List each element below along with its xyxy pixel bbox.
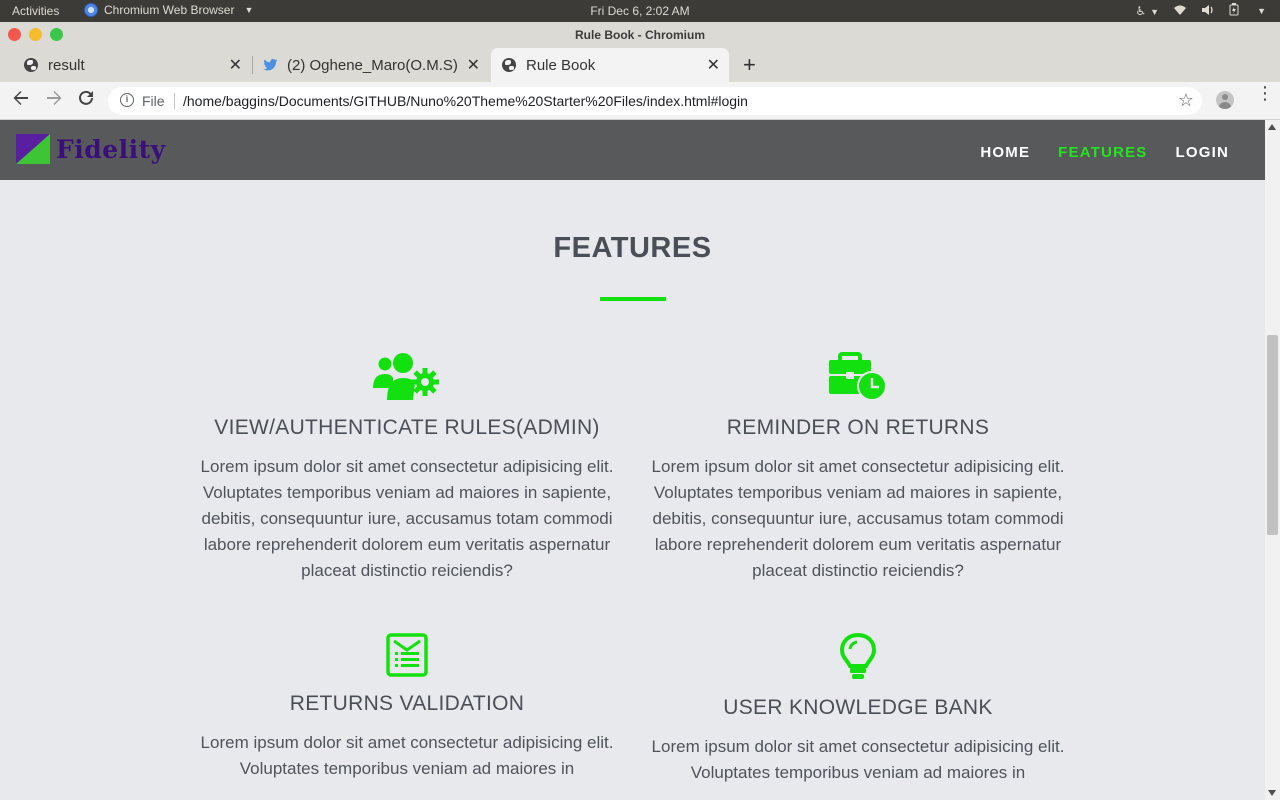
system-tray[interactable]: ♿ ▼ ▼	[1135, 3, 1266, 19]
tab-strip: result ✕ (2) Oghene_Maro(O.M.S) ✕ Rule B…	[0, 48, 1280, 82]
feature-card: REMINDER ON RETURNS Lorem ipsum dolor si…	[643, 352, 1073, 584]
section-title: FEATURES	[553, 232, 712, 264]
chromium-icon	[84, 3, 98, 17]
back-arrow-icon[interactable]	[12, 89, 30, 112]
users-cog-icon	[373, 353, 439, 400]
feature-description: Lorem ipsum dolor sit amet consectetur a…	[200, 457, 614, 580]
site-logo[interactable]: Fidelity	[16, 134, 166, 164]
feature-title: REMINDER ON RETURNS	[726, 416, 990, 439]
tab-rule-book[interactable]: Rule Book ✕	[502, 48, 720, 82]
feature-title: VIEW/AUTHENTICATE RULES(ADMIN)	[214, 416, 600, 439]
reload-icon[interactable]	[77, 89, 95, 112]
bookmark-star-icon[interactable]: ☆	[1178, 90, 1194, 111]
feature-card: RETURNS VALIDATION Lorem ipsum dolor sit…	[192, 632, 622, 782]
section-underline	[600, 297, 666, 301]
url-text[interactable]: /home/baggins/Documents/GITHUB/Nuno%20Th…	[183, 93, 748, 109]
system-menu-chevron-icon[interactable]: ▼	[1257, 6, 1266, 16]
lightbulb-icon	[839, 632, 877, 679]
scroll-down-arrow-icon[interactable]	[1268, 790, 1276, 796]
close-tab-icon[interactable]: ✕	[229, 55, 242, 75]
address-bar[interactable]: i File /home/baggins/Documents/GITHUB/Nu…	[108, 87, 1202, 115]
feature-title: USER KNOWLEDGE BANK	[723, 696, 993, 719]
site-navbar: Fidelity HOME FEATURES LOGIN	[0, 120, 1265, 180]
site-info-icon[interactable]: i	[120, 93, 134, 107]
omnibox-divider	[174, 93, 175, 109]
scroll-up-arrow-icon[interactable]	[1268, 124, 1276, 130]
twitter-bird-icon	[263, 58, 278, 72]
logo-mark-icon	[16, 134, 50, 164]
brand-name: Fidelity	[56, 134, 166, 164]
receipt-icon	[386, 633, 428, 677]
site-nav-links: HOME FEATURES LOGIN	[980, 144, 1229, 161]
business-time-icon	[829, 352, 887, 401]
system-top-bar: Activities Chromium Web Browser ▼ Fri De…	[0, 0, 1280, 22]
tab-result[interactable]: result ✕	[24, 48, 242, 82]
feature-card: USER KNOWLEDGE BANK Lorem ipsum dolor si…	[643, 632, 1073, 786]
browser-toolbar: i File /home/baggins/Documents/GITHUB/Nu…	[0, 82, 1280, 120]
feature-title: RETURNS VALIDATION	[289, 692, 525, 715]
wifi-icon[interactable]	[1173, 4, 1187, 19]
forward-arrow-icon[interactable]	[45, 89, 63, 112]
volume-icon[interactable]	[1201, 4, 1215, 19]
tab-twitter[interactable]: (2) Oghene_Maro(O.M.S) ✕	[263, 48, 480, 82]
chevron-down-icon: ▼	[244, 5, 254, 15]
scheme-label: File	[142, 93, 165, 109]
app-menu[interactable]: Chromium Web Browser ▼	[84, 3, 253, 17]
nav-home-link[interactable]: HOME	[980, 144, 1030, 161]
profile-avatar-icon[interactable]	[1216, 91, 1234, 109]
battery-icon[interactable]	[1229, 3, 1239, 19]
feature-description: Lorem ipsum dolor sit amet consectetur a…	[651, 457, 1065, 580]
globe-icon	[502, 58, 516, 72]
nav-login-link[interactable]: LOGIN	[1176, 144, 1230, 161]
page-viewport: Fidelity HOME FEATURES LOGIN FEATURES VI…	[0, 120, 1265, 800]
feature-card: VIEW/AUTHENTICATE RULES(ADMIN) Lorem ips…	[192, 352, 622, 584]
tab-label: Rule Book	[526, 56, 596, 74]
browser-menu-icon[interactable]: ⋮	[1256, 84, 1274, 102]
tab-separator	[252, 56, 253, 74]
tab-label: result	[48, 56, 85, 74]
nav-features-link[interactable]: FEATURES	[1058, 144, 1147, 161]
feature-description: Lorem ipsum dolor sit amet consectetur a…	[200, 733, 614, 778]
activities-button[interactable]: Activities	[12, 4, 59, 18]
tab-label: (2) Oghene_Maro(O.M.S)	[287, 56, 458, 74]
window-title-bar: Rule Book - Chromium	[0, 22, 1280, 48]
accessibility-icon[interactable]: ♿ ▼	[1135, 4, 1159, 18]
scrollbar-thumb[interactable]	[1267, 335, 1278, 535]
page-scrollbar[interactable]	[1265, 120, 1280, 800]
new-tab-button[interactable]: +	[743, 52, 756, 78]
window-title: Rule Book - Chromium	[574, 28, 705, 42]
close-tab-icon[interactable]: ✕	[707, 55, 720, 75]
close-tab-icon[interactable]: ✕	[467, 55, 480, 75]
app-menu-label: Chromium Web Browser	[104, 3, 235, 17]
globe-icon	[24, 58, 38, 72]
feature-description: Lorem ipsum dolor sit amet consectetur a…	[651, 737, 1065, 782]
